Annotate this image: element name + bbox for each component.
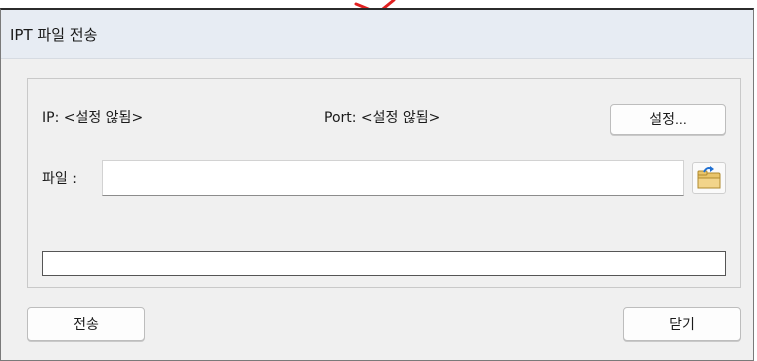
transfer-progress-bar — [42, 251, 726, 276]
file-transfer-dialog: IPT 파일 전송 IP: <설정 않됨> Port: <설정 않됨> 설정..… — [0, 8, 754, 361]
send-button[interactable]: 전송 — [27, 307, 145, 341]
folder-open-icon — [697, 166, 721, 189]
file-label: 파일 : — [42, 171, 77, 187]
ip-label: IP: <설정 않됨> — [42, 110, 144, 126]
window-title: IPT 파일 전송 — [10, 26, 98, 44]
port-label: Port: <설정 않됨> — [324, 110, 441, 126]
browse-file-button[interactable] — [692, 162, 726, 194]
close-button[interactable]: 닫기 — [623, 307, 741, 341]
transfer-settings-panel: IP: <설정 않됨> Port: <설정 않됨> 설정... 파일 : — [27, 78, 741, 288]
title-bar[interactable]: IPT 파일 전송 — [1, 10, 753, 59]
settings-button[interactable]: 설정... — [610, 104, 726, 135]
screenshot-stage: IPT 파일 전송 IP: <설정 않됨> Port: <설정 않됨> 설정..… — [0, 0, 757, 361]
file-path-input[interactable] — [102, 160, 684, 196]
